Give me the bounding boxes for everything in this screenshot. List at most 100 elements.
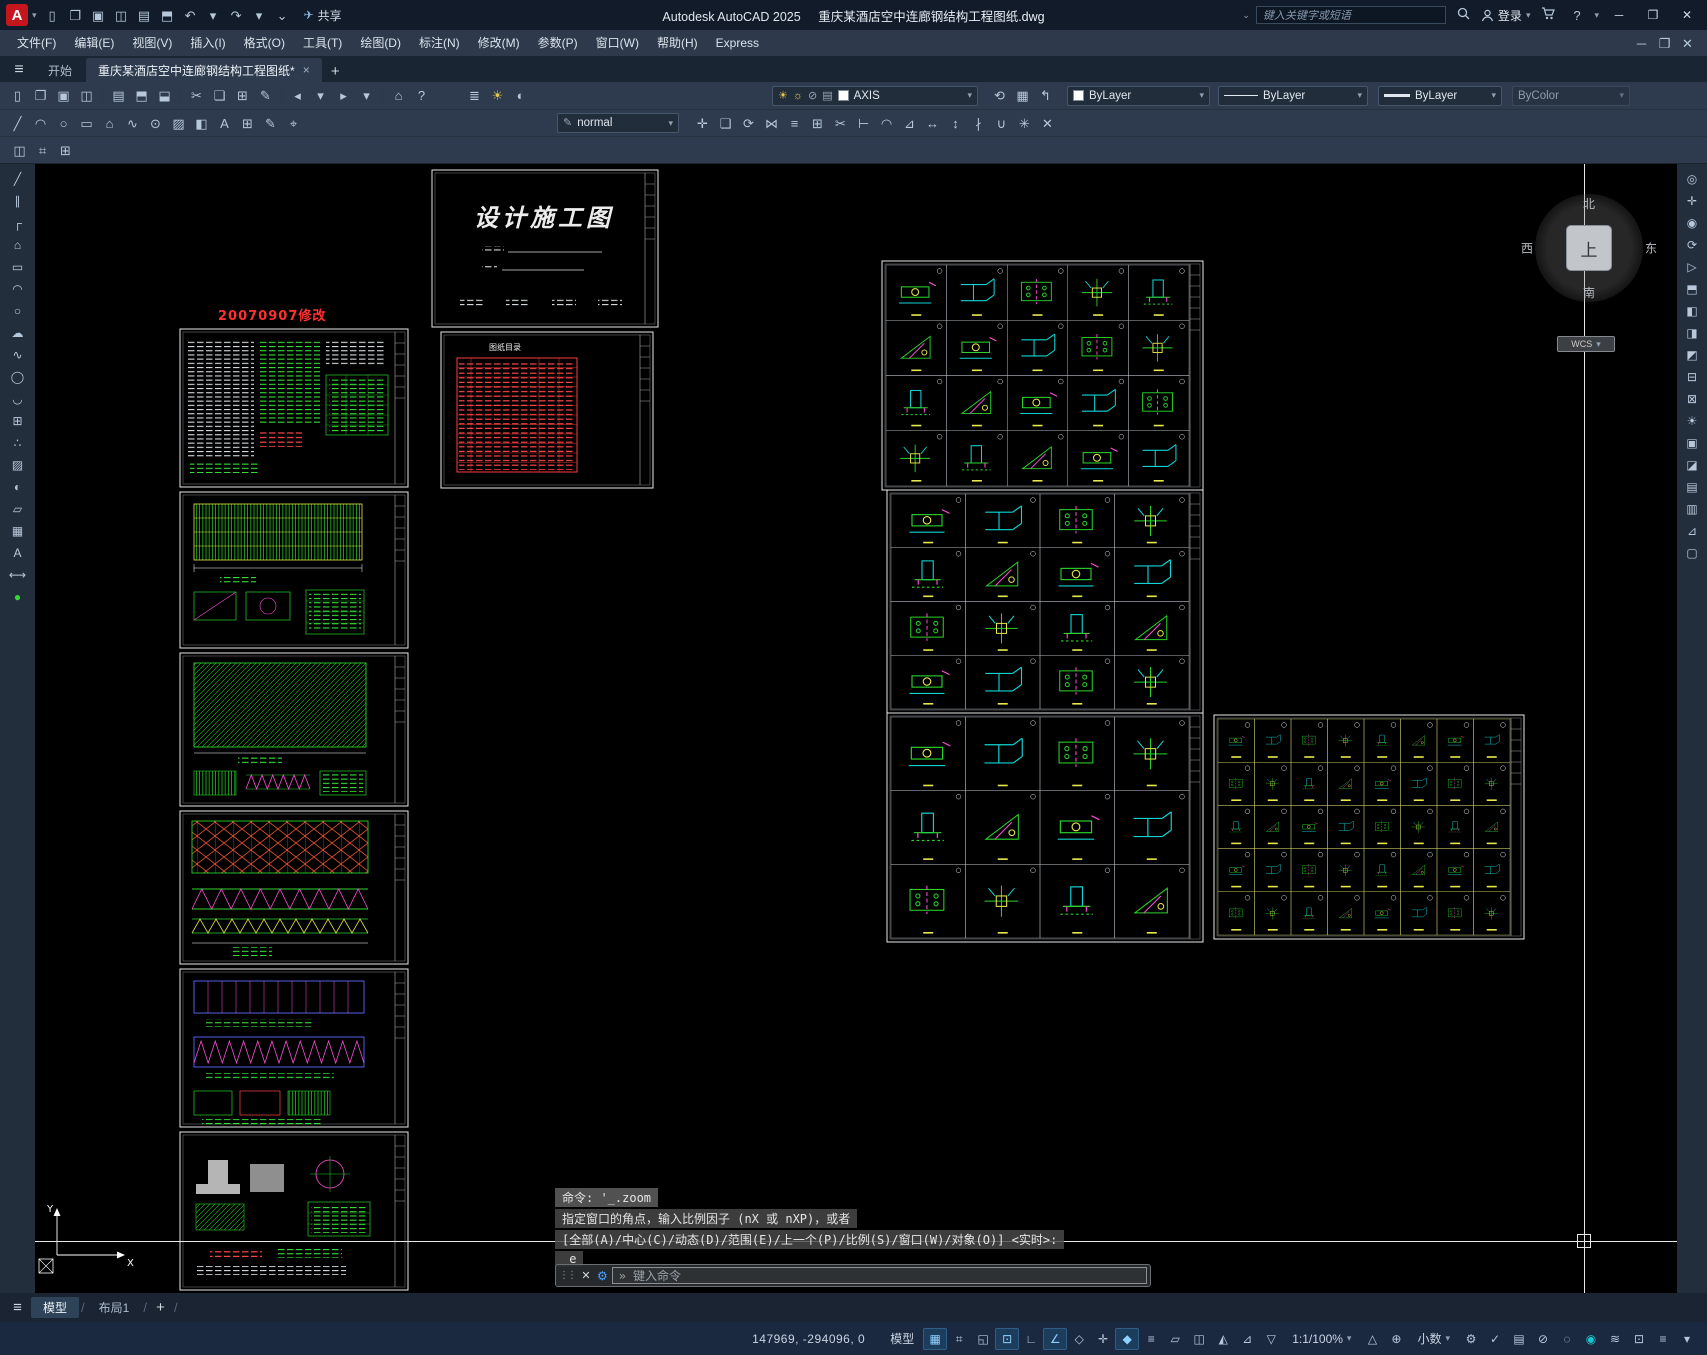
selection-filter-icon[interactable]: ▽ [1259, 1328, 1283, 1350]
model-space-toggle[interactable]: 模型 [884, 1330, 920, 1347]
viewcube-west-label[interactable]: 西 [1521, 240, 1533, 257]
view-cube[interactable]: 北 西 东 南 上 [1521, 194, 1657, 302]
app-menu-caret-icon[interactable]: ▾ [32, 10, 37, 21]
file-tabs-menu-icon[interactable]: ≡ [4, 58, 34, 82]
menu-item-12[interactable]: Express [707, 30, 768, 56]
text-icon[interactable]: A [213, 113, 236, 134]
command-input[interactable]: » 键入命令 [611, 1267, 1147, 1284]
window-close-button[interactable]: ✕ [1673, 4, 1701, 26]
dynamic-ucs-icon[interactable]: ⊿ [1235, 1328, 1259, 1350]
copy-clip-icon[interactable]: ❏ [208, 85, 231, 106]
open-file-icon[interactable]: ❐ [64, 5, 87, 26]
point-icon[interactable]: ⌖ [282, 113, 305, 134]
hatch-icon[interactable]: ▨ [167, 113, 190, 134]
layer-properties-icon[interactable]: ≣ [463, 85, 486, 106]
app-store-cart-icon[interactable] [1536, 5, 1559, 26]
menu-item-3[interactable]: 插入(I) [181, 30, 234, 56]
visual-styles-icon[interactable]: ◪ [1679, 455, 1705, 476]
section-plane-icon[interactable]: ⊟ [1679, 367, 1705, 388]
extend-icon[interactable]: ⊢ [852, 113, 875, 134]
redo-icon[interactable]: ↷ [225, 5, 248, 26]
line-icon[interactable]: ╱ [5, 169, 31, 190]
trim-icon[interactable]: ✂ [829, 113, 852, 134]
spline-icon[interactable]: ∿ [121, 113, 144, 134]
redo-large-icon[interactable]: ▸ [332, 85, 355, 106]
linetype-dropdown[interactable]: ByLayer ▾ [1218, 85, 1368, 106]
erase-icon[interactable]: ✕ [1036, 113, 1059, 134]
break-icon[interactable]: ∤ [967, 113, 990, 134]
pan-icon[interactable]: ✛ [1679, 191, 1705, 212]
menu-item-7[interactable]: 标注(N) [410, 30, 469, 56]
annotation-monitor-icon[interactable]: ✓ [1483, 1328, 1507, 1350]
menu-item-9[interactable]: 参数(P) [529, 30, 587, 56]
isolate-objects-icon[interactable]: ◌ [1555, 1328, 1579, 1350]
count-icon[interactable]: ⊞ [54, 140, 77, 161]
lineweight-display-icon[interactable]: ≡ [1139, 1328, 1163, 1350]
polygon-icon[interactable]: ⌂ [5, 235, 31, 256]
clean-screen-icon[interactable]: ⊡ [1627, 1328, 1651, 1350]
layer-off-icon[interactable]: ☀ [486, 85, 509, 106]
layer-isolate-icon[interactable]: ◐ [509, 85, 532, 106]
menu-item-4[interactable]: 格式(O) [235, 30, 294, 56]
match-properties-icon[interactable]: ✎ [254, 85, 277, 106]
layout-menu-icon[interactable]: ≡ [6, 1297, 29, 1318]
search-input[interactable]: 键入关键字或短语 [1255, 6, 1446, 24]
window-restore-button[interactable]: ❐ [1639, 4, 1667, 26]
layer-dropdown-caret-icon[interactable]: ▾ [967, 90, 972, 101]
scale-icon[interactable]: ↕ [944, 113, 967, 134]
app-logo[interactable]: A [6, 4, 28, 26]
move-icon[interactable]: ✛ [691, 113, 714, 134]
layer-previous-icon[interactable]: ⟲ [988, 85, 1011, 106]
view-top-icon[interactable]: ⬒ [1679, 279, 1705, 300]
view-iso-icon[interactable]: ◩ [1679, 345, 1705, 366]
save-file-icon[interactable]: ▣ [52, 85, 75, 106]
open-file-icon[interactable]: ❐ [29, 85, 52, 106]
redo-caret-icon[interactable]: ▾ [355, 85, 378, 106]
render-region-icon[interactable]: ▥ [1679, 499, 1705, 520]
tab-model[interactable]: 模型 [31, 1297, 80, 1318]
orbit-icon[interactable]: ⟳ [1679, 235, 1705, 256]
plot-style-dropdown[interactable]: ByColor ▾ [1512, 85, 1630, 106]
doc-minimize-icon[interactable]: ─ [1630, 33, 1653, 54]
layer-plot-icon[interactable]: ▤ [822, 86, 832, 106]
snap-mode-icon[interactable]: ⌗ [947, 1328, 971, 1350]
chamfer-icon[interactable]: ⊿ [898, 113, 921, 134]
ellipse-icon[interactable]: ◯ [5, 367, 31, 388]
graphics-performance-icon[interactable]: ◉ [1579, 1328, 1603, 1350]
dynamic-input-icon[interactable]: ⊡ [995, 1327, 1020, 1350]
isometric-drafting-icon[interactable]: ◇ [1067, 1328, 1091, 1350]
qnew-icon[interactable]: ▯ [6, 85, 29, 106]
join-icon[interactable]: ∪ [990, 113, 1013, 134]
ellipse-arc-icon[interactable]: ◡ [5, 389, 31, 410]
layer-dropdown[interactable]: ☀ ☼ ⊘ ▤ AXIS ▾ [772, 85, 978, 106]
ucs-toggle-icon[interactable]: ⊿ [1679, 521, 1705, 542]
circle-icon[interactable]: ○ [5, 301, 31, 322]
sign-in-button[interactable]: 登录 ▾ [1481, 7, 1530, 24]
customize-qat-icon[interactable]: ⌄ [271, 5, 294, 26]
undo-large-icon[interactable]: ◂ [286, 85, 309, 106]
offset-icon[interactable]: ≡ [783, 113, 806, 134]
layer-color-chip[interactable] [837, 90, 849, 101]
zoom-extents-icon[interactable]: ◉ [1679, 213, 1705, 234]
print-preview-icon[interactable]: ⬒ [156, 5, 179, 26]
lineweight-dropdown-caret-icon[interactable]: ▾ [1491, 90, 1496, 101]
close-tab-icon[interactable]: × [303, 63, 310, 77]
viewcube-north-label[interactable]: 北 [1583, 195, 1595, 212]
view-right-icon[interactable]: ◨ [1679, 323, 1705, 344]
help-caret-icon[interactable]: ▾ [1594, 10, 1599, 21]
window-minimize-button[interactable]: ─ [1605, 4, 1633, 26]
ortho-mode-icon[interactable]: ∟ [1019, 1328, 1043, 1350]
insert-block-icon[interactable]: ⊞ [5, 411, 31, 432]
fillet-icon[interactable]: ◠ [875, 113, 898, 134]
measure-icon[interactable]: ⌗ [31, 140, 54, 161]
gradient-icon[interactable]: ◧ [190, 113, 213, 134]
quick-properties-icon[interactable]: ▤ [1507, 1328, 1531, 1350]
hardware-acceleration-icon[interactable]: ≋ [1603, 1328, 1627, 1350]
command-customize-icon[interactable]: ⚙ [597, 1269, 608, 1283]
text-style-caret-icon[interactable]: ▾ [668, 118, 673, 129]
redo-menu-icon[interactable]: ▾ [248, 5, 271, 26]
paste-clip-icon[interactable]: ⊞ [231, 85, 254, 106]
plot-icon[interactable]: ▤ [133, 5, 156, 26]
transparency-icon[interactable]: ▱ [1163, 1328, 1187, 1350]
workspace-switching-icon[interactable]: ⚙ [1459, 1328, 1483, 1350]
